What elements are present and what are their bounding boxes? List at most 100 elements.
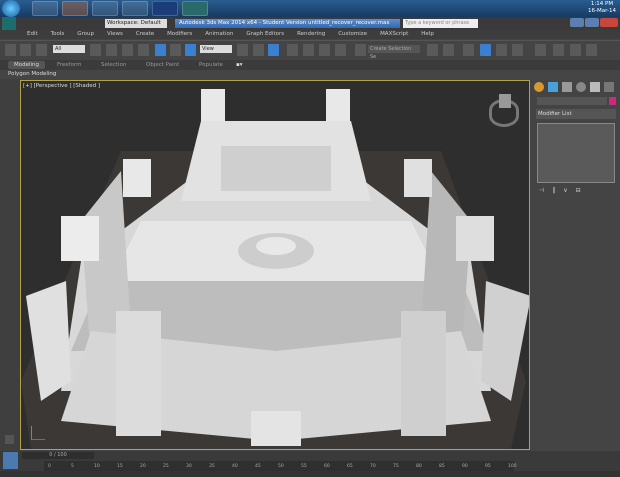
motion-tab-icon[interactable]	[576, 82, 586, 92]
rectangular-selection-icon[interactable]	[122, 44, 133, 56]
gate	[251, 411, 301, 446]
frame-counter: 0 / 100	[49, 452, 67, 458]
modifier-list-label: Modifier List	[538, 111, 572, 117]
spinner-snap-icon[interactable]	[335, 44, 346, 56]
menu-edit[interactable]: Edit	[27, 30, 38, 39]
object-name-input[interactable]	[537, 97, 607, 105]
link-icon[interactable]	[5, 44, 16, 56]
angle-snap-icon[interactable]	[303, 44, 314, 56]
modifier-stack[interactable]	[537, 123, 615, 183]
modify-tab-icon[interactable]	[548, 82, 558, 92]
tab-selection[interactable]: Selection	[101, 61, 126, 69]
display-tab-icon[interactable]	[590, 82, 600, 92]
workspace-dropdown[interactable]: Workspace: Default	[105, 19, 167, 28]
timeline: 0 / 100 0 5 10 15 20 25 30 35 40 45 50 55 60 65 70 75 80…	[0, 451, 620, 477]
reference-coordinate-dropdown[interactable]: View	[200, 45, 232, 53]
start-button[interactable]	[2, 0, 20, 17]
chrome-icon[interactable]	[92, 1, 118, 16]
time: 1:14 PM	[590, 1, 614, 7]
menu-rendering[interactable]: Rendering	[297, 30, 325, 39]
tab-freeform[interactable]: Freeform	[57, 61, 82, 69]
menu-group[interactable]: Group	[77, 30, 94, 39]
schematic-view-icon[interactable]	[512, 44, 523, 56]
menu-views[interactable]: Views	[107, 30, 123, 39]
tick-label: 55	[301, 464, 307, 469]
menu-tools[interactable]: Tools	[51, 30, 65, 39]
sticky-notes-icon[interactable]	[122, 1, 148, 16]
track-bar[interactable]: 0 5 10 15 20 25 30 35 40 45 50 55 60 65 70 75 80 85 90 95 10…	[44, 461, 517, 471]
menu-graph-editors[interactable]: Graph Editors	[246, 30, 284, 39]
material-editor-icon[interactable]	[535, 44, 546, 56]
minimize-button[interactable]	[570, 18, 584, 27]
tower	[201, 89, 225, 121]
render-production-icon[interactable]	[586, 44, 597, 56]
percent-snap-icon[interactable]	[319, 44, 330, 56]
app-logo-icon[interactable]	[2, 17, 16, 30]
menu-animation[interactable]: Animation	[205, 30, 233, 39]
photoshop-icon[interactable]	[152, 1, 178, 16]
move-gizmo-icon[interactable]	[253, 44, 264, 56]
select-move-icon[interactable]	[155, 44, 166, 56]
status-bar	[0, 471, 620, 477]
object-color-swatch[interactable]	[609, 97, 616, 105]
bind-space-warp-icon[interactable]	[36, 44, 47, 56]
keyboard-shortcut-override-icon[interactable]	[268, 44, 279, 56]
menu-customize[interactable]: Customize	[338, 30, 367, 39]
create-tab-icon[interactable]	[534, 82, 544, 92]
select-object-icon[interactable]	[90, 44, 101, 56]
layer-manager-icon[interactable]	[463, 44, 474, 56]
stack-controls[interactable]: ⊣‖∨⊟	[539, 187, 613, 195]
search-input[interactable]: Type a keyword or phrase	[403, 19, 478, 28]
viewcube-icon[interactable]	[489, 94, 519, 127]
ribbon-options-icon[interactable]: ▪▾	[236, 61, 243, 69]
named-selection-dropdown[interactable]: Create Selection Se	[368, 45, 420, 60]
perspective-viewport[interactable]: [+] [Perspective ] [Shaded ]	[20, 80, 530, 450]
front-tower	[401, 311, 446, 436]
align-icon[interactable]	[443, 44, 454, 56]
menu-maxscript[interactable]: MAXScript	[380, 30, 408, 39]
curve-editor-icon[interactable]	[496, 44, 507, 56]
tower	[326, 89, 350, 121]
select-rotate-icon[interactable]	[170, 44, 181, 56]
tab-populate[interactable]: Populate	[199, 61, 223, 69]
polygon-modeling-panel[interactable]: Polygon Modeling	[0, 70, 620, 79]
ribbon-tabs: Modeling Freeform Selection Object Paint…	[0, 60, 620, 70]
edit-named-selection-icon[interactable]	[355, 44, 366, 56]
tick-label: 30	[186, 464, 192, 469]
explorer-icon[interactable]	[32, 1, 58, 16]
menu-modifiers[interactable]: Modifiers	[167, 30, 192, 39]
maximize-button[interactable]	[585, 18, 599, 27]
tab-object-paint[interactable]: Object Paint	[146, 61, 179, 69]
utilities-tab-icon[interactable]	[604, 82, 614, 92]
render-setup-icon[interactable]	[553, 44, 564, 56]
selection-filter-dropdown[interactable]: All	[53, 45, 85, 53]
graphite-ribbon-icon[interactable]	[480, 44, 491, 56]
tick-label: 20	[140, 464, 146, 469]
media-player-icon[interactable]	[62, 1, 88, 16]
expand-icon[interactable]	[5, 435, 14, 444]
mini-listener[interactable]	[3, 452, 18, 469]
castle-model	[21, 89, 529, 449]
close-button[interactable]	[600, 18, 618, 27]
snaps-toggle-icon[interactable]	[287, 44, 298, 56]
modifier-list-dropdown[interactable]: Modifier List	[536, 109, 616, 119]
tower	[123, 159, 151, 197]
3ds-max-icon[interactable]	[182, 1, 208, 16]
tab-modeling[interactable]: Modeling	[8, 61, 46, 69]
select-scale-icon[interactable]	[185, 44, 196, 56]
mirror-icon[interactable]	[427, 44, 438, 56]
hierarchy-tab-icon[interactable]	[562, 82, 572, 92]
time-slider[interactable]: 0 / 100	[22, 452, 94, 459]
window-crossing-icon[interactable]	[138, 44, 149, 56]
tower	[456, 216, 494, 261]
menu-help[interactable]: Help	[421, 30, 434, 39]
viewport-label[interactable]: [+] [Perspective ] [Shaded ]	[23, 83, 100, 89]
pivot-center-icon[interactable]	[237, 44, 248, 56]
menu-create[interactable]: Create	[136, 30, 154, 39]
unlink-icon[interactable]	[20, 44, 31, 56]
tick-label: 0	[48, 464, 51, 469]
menu-bar: Edit Tools Group Views Create Modifiers …	[0, 30, 620, 39]
select-by-name-icon[interactable]	[106, 44, 117, 56]
clock[interactable]: 1:14 PM 16-Mar-14	[588, 1, 616, 15]
rendered-frame-window-icon[interactable]	[570, 44, 581, 56]
